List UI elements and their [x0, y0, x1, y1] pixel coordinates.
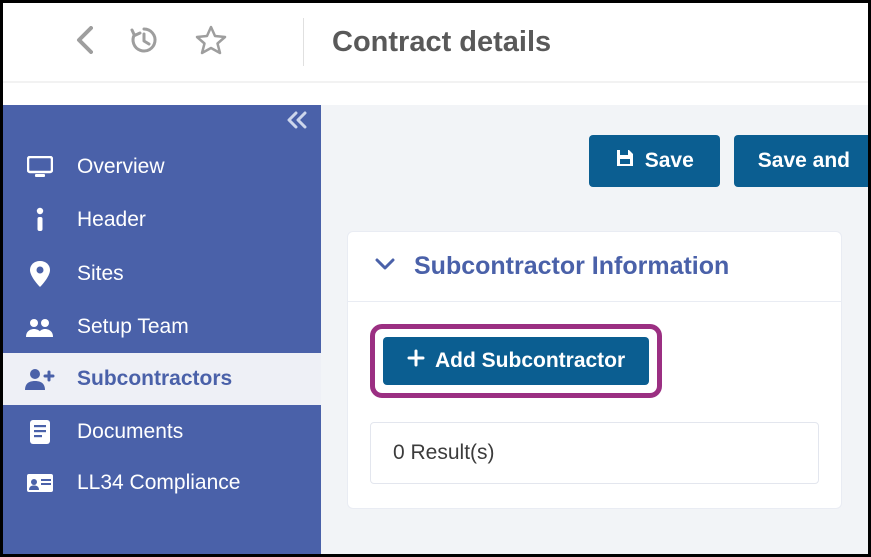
panel-title: Subcontractor Information [414, 252, 729, 281]
add-subcontractor-button[interactable]: Add Subcontractor [383, 337, 649, 385]
page-title: Contract details [332, 26, 551, 59]
save-label: Save [645, 149, 694, 173]
topbar: Contract details [3, 3, 868, 81]
main-area: Overview Header Sites [3, 105, 868, 554]
callout-highlight: Add Subcontractor [370, 324, 662, 398]
chevron-down-icon [374, 257, 396, 276]
sidebar-item-subcontractors[interactable]: Subcontractors [3, 353, 321, 405]
topbar-divider [303, 18, 304, 66]
document-icon [25, 419, 55, 445]
collapse-icon[interactable] [285, 111, 309, 134]
monitor-icon [25, 156, 55, 178]
star-icon[interactable] [195, 24, 227, 61]
sidebar-item-label: Setup Team [77, 315, 189, 339]
nav-list: Overview Header Sites [3, 105, 321, 499]
sidebar: Overview Header Sites [3, 105, 321, 554]
save-and-button[interactable]: Save and [734, 135, 871, 187]
sidebar-item-setup-team[interactable]: Setup Team [3, 301, 321, 353]
sidebar-item-overview[interactable]: Overview [3, 141, 321, 193]
topbar-icon-group [27, 24, 275, 61]
back-icon[interactable] [75, 26, 93, 59]
sidebar-item-label: Subcontractors [77, 367, 232, 391]
sidebar-item-ll34[interactable]: LL34 Compliance [3, 459, 321, 499]
sidebar-item-label: Documents [77, 420, 183, 444]
panel-body: Add Subcontractor 0 Result(s) [348, 302, 841, 508]
panel-header[interactable]: Subcontractor Information [348, 232, 841, 302]
sidebar-item-label: LL34 Compliance [77, 471, 240, 495]
results-text: 0 Result(s) [393, 441, 495, 464]
results-box: 0 Result(s) [370, 422, 819, 484]
history-icon[interactable] [129, 25, 159, 60]
user-plus-icon [25, 368, 55, 390]
id-card-icon [25, 473, 55, 493]
spacer [3, 83, 868, 105]
sidebar-item-sites[interactable]: Sites [3, 247, 321, 301]
sidebar-item-documents[interactable]: Documents [3, 405, 321, 459]
plus-icon [407, 349, 425, 373]
content-area: Save Save and Subcontractor Information [321, 105, 868, 554]
save-button[interactable]: Save [589, 135, 720, 187]
app-frame: Contract details Overview Heade [0, 0, 871, 557]
sidebar-item-header[interactable]: Header [3, 193, 321, 247]
sidebar-item-label: Overview [77, 155, 165, 179]
info-icon [25, 207, 55, 233]
add-subcontractor-label: Add Subcontractor [435, 349, 625, 373]
team-icon [25, 317, 55, 337]
pin-icon [25, 261, 55, 287]
subcontractor-panel: Subcontractor Information Add Subcontrac… [347, 231, 842, 509]
action-row: Save Save and [321, 105, 871, 187]
sidebar-item-label: Header [77, 208, 146, 232]
save-icon [615, 148, 635, 174]
sidebar-item-label: Sites [77, 262, 124, 286]
save-and-label: Save and [758, 149, 850, 173]
